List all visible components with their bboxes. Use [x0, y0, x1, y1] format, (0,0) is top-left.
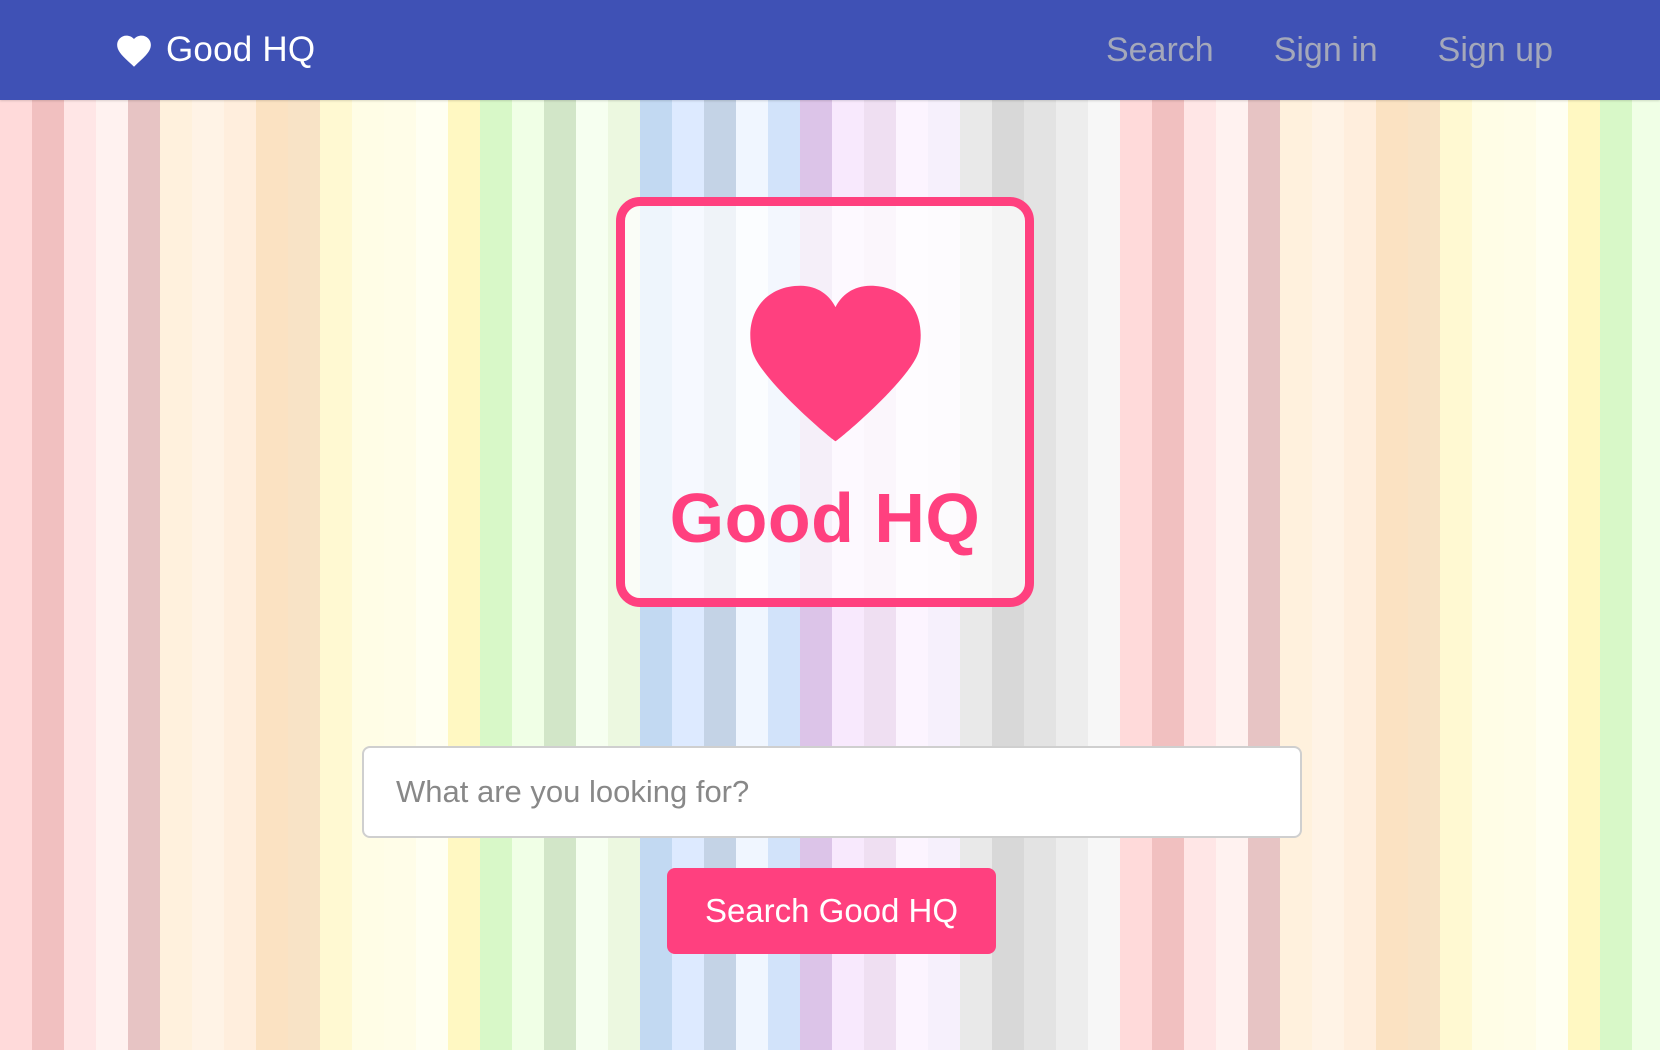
background-stripe [1152, 100, 1184, 1050]
top-navbar: Good HQ Search Sign in Sign up [0, 0, 1660, 100]
brand-label: Good HQ [166, 30, 316, 69]
background-stripe [352, 100, 384, 1050]
background-stripe [1312, 100, 1344, 1050]
background-stripe [1440, 100, 1472, 1050]
background-stripe [96, 100, 128, 1050]
background-stripe [416, 100, 448, 1050]
background-stripe [256, 100, 288, 1050]
background-stripe [512, 100, 544, 1050]
background-stripe [64, 100, 96, 1050]
heart-icon [738, 276, 933, 451]
background-stripe [320, 100, 352, 1050]
background-stripe [288, 100, 320, 1050]
search-submit-button[interactable]: Search Good HQ [667, 868, 996, 954]
background-stripe [480, 100, 512, 1050]
background-stripe [1472, 100, 1504, 1050]
background-stripe [224, 100, 256, 1050]
background-stripe [1120, 100, 1152, 1050]
background-stripe [1536, 100, 1568, 1050]
heart-icon [114, 32, 154, 68]
search-input[interactable] [362, 746, 1302, 838]
background-stripe [1184, 100, 1216, 1050]
background-stripe [1408, 100, 1440, 1050]
background-stripe [1344, 100, 1376, 1050]
background-stripe [0, 100, 32, 1050]
brand-link[interactable]: Good HQ [114, 0, 315, 100]
background-stripe [1280, 100, 1312, 1050]
background-stripe [576, 100, 608, 1050]
logo-card: Good HQ [616, 197, 1034, 607]
background-stripe [1600, 100, 1632, 1050]
background-stripe [32, 100, 64, 1050]
background-stripe [1216, 100, 1248, 1050]
nav-link-sign-up[interactable]: Sign up [1438, 31, 1553, 70]
background-stripe [192, 100, 224, 1050]
background-stripe [160, 100, 192, 1050]
background-stripe [448, 100, 480, 1050]
background-stripe [1248, 100, 1280, 1050]
background-stripe [1056, 100, 1088, 1050]
background-stripe [384, 100, 416, 1050]
background-stripe [1504, 100, 1536, 1050]
nav-links: Search Sign in Sign up [1046, 0, 1553, 100]
background-stripe [544, 100, 576, 1050]
background-stripe [1088, 100, 1120, 1050]
background-stripe [128, 100, 160, 1050]
background-stripe [1632, 100, 1660, 1050]
nav-link-search[interactable]: Search [1106, 31, 1214, 70]
background-stripe [1568, 100, 1600, 1050]
background-stripe [1376, 100, 1408, 1050]
logo-title: Good HQ [669, 479, 981, 557]
nav-link-sign-in[interactable]: Sign in [1274, 31, 1378, 70]
